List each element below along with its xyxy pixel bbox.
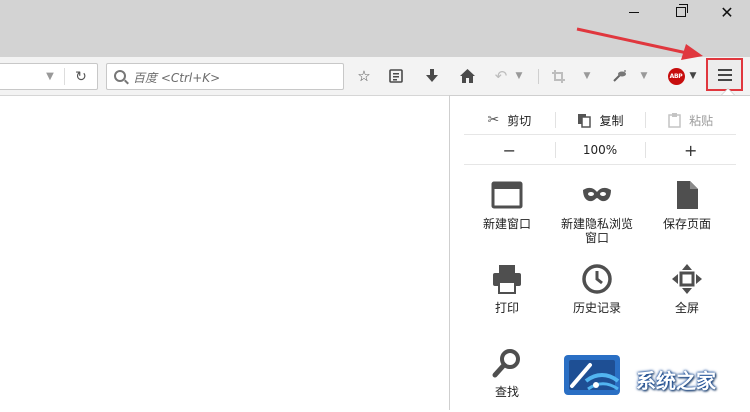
bookmark-star-button[interactable]: ☆	[352, 63, 376, 89]
new-window-button[interactable]: 新建窗口	[462, 178, 552, 231]
minimize-icon	[629, 11, 639, 13]
annotation-arrow	[576, 27, 703, 60]
new-window-label: 新建窗口	[482, 217, 531, 231]
zoom-level: 100%	[582, 143, 618, 157]
paste-button[interactable]: 粘贴	[645, 106, 736, 134]
undo-dropdown[interactable]: ▼	[513, 63, 525, 89]
fullscreen-label: 全屏	[674, 301, 699, 315]
find-button[interactable]: 查找	[462, 346, 552, 399]
restore-icon	[676, 4, 688, 17]
copy-icon	[577, 113, 591, 128]
scissors-icon: ✂	[487, 112, 500, 128]
star-icon: ☆	[357, 67, 371, 85]
mask-icon	[583, 187, 611, 202]
close-icon: ✕	[720, 2, 734, 22]
edit-controls: ✂ 剪切 复制 粘贴	[464, 106, 736, 135]
zoom-out-button[interactable]: −	[464, 136, 555, 164]
minus-icon: −	[502, 140, 517, 160]
clipboard-icon	[668, 112, 681, 128]
download-icon	[426, 69, 438, 82]
dropper-button[interactable]	[609, 63, 631, 89]
open-menu-button[interactable]	[706, 58, 743, 91]
page-icon	[677, 181, 698, 209]
adblock-button[interactable]: ABP	[666, 63, 686, 89]
search-placeholder: 百度 <Ctrl+K>	[133, 71, 221, 85]
plus-icon: +	[683, 140, 698, 160]
crop-icon	[551, 69, 565, 83]
reading-list-icon	[389, 69, 403, 83]
zoom-controls: − 100% +	[464, 136, 736, 165]
watermark: 系统之家	[562, 351, 750, 409]
new-private-window-button[interactable]: 新建隐私浏览窗口	[552, 178, 642, 245]
close-button[interactable]: ✕	[704, 0, 750, 24]
find-label: 查找	[494, 385, 519, 399]
print-label: 打印	[494, 301, 519, 315]
cut-button[interactable]: ✂ 剪切	[464, 106, 555, 134]
restore-button[interactable]	[658, 0, 704, 24]
crop-button[interactable]	[547, 63, 569, 89]
url-bar[interactable]: ▼ ↻	[0, 63, 98, 90]
crop-dropdown[interactable]: ▼	[581, 63, 593, 89]
watermark-logo	[564, 355, 620, 395]
copy-button[interactable]: 复制	[554, 106, 646, 134]
save-page-button[interactable]: 保存页面	[642, 178, 732, 231]
minimize-button[interactable]	[611, 0, 657, 24]
panel-arrow	[721, 88, 735, 95]
history-label: 历史记录	[572, 301, 621, 315]
history-button[interactable]: 历史记录	[552, 262, 642, 315]
save-page-label: 保存页面	[662, 217, 711, 231]
url-divider	[64, 68, 65, 85]
zoom-reset-button[interactable]: 100%	[554, 136, 646, 164]
dropper-icon	[613, 70, 626, 82]
printer-icon	[493, 265, 521, 294]
url-dropdown-icon[interactable]: ▼	[42, 64, 58, 89]
magnifier-icon	[492, 349, 520, 378]
dropper-dropdown[interactable]: ▼	[638, 63, 650, 89]
reading-list-button[interactable]	[384, 63, 408, 89]
clock-icon	[582, 264, 612, 294]
undo-button[interactable]: ↶	[490, 63, 512, 89]
search-icon	[114, 70, 126, 82]
copy-label: 复制	[599, 113, 624, 128]
cut-label: 剪切	[507, 113, 532, 128]
undo-icon: ↶	[494, 67, 508, 85]
window-icon	[491, 181, 523, 209]
fullscreen-icon	[672, 264, 702, 294]
watermark-text: 系统之家	[636, 369, 716, 393]
adblock-dropdown[interactable]: ▼	[687, 63, 699, 89]
home-icon	[459, 69, 475, 83]
home-button[interactable]	[455, 63, 479, 89]
search-input[interactable]: 百度 <Ctrl+K>	[106, 63, 344, 90]
downloads-button[interactable]	[420, 63, 444, 89]
new-private-window-label: 新建隐私浏览窗口	[560, 217, 633, 245]
print-button[interactable]: 打印	[462, 262, 552, 315]
reload-icon[interactable]: ↻	[71, 64, 91, 89]
toolbar-divider	[538, 69, 539, 84]
fullscreen-button[interactable]: 全屏	[642, 262, 732, 315]
paste-label: 粘贴	[689, 113, 714, 128]
abp-icon: ABP	[667, 67, 685, 85]
hamburger-icon	[717, 73, 732, 76]
zoom-in-button[interactable]: +	[645, 136, 736, 164]
